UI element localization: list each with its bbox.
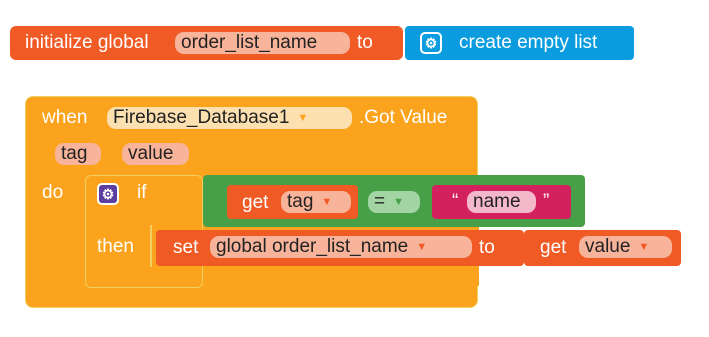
create-empty-list-label: create empty list xyxy=(459,32,598,53)
set-to-label: to xyxy=(479,237,495,258)
component-name: Firebase_Database1 xyxy=(113,107,290,129)
gear-icon[interactable]: ⚙ xyxy=(97,183,119,205)
chevron-down-icon: ▼ xyxy=(321,196,333,208)
chevron-down-icon: ▼ xyxy=(297,112,309,124)
compare-operator-dropdown[interactable]: = ▼ xyxy=(368,191,420,214)
param-tag[interactable]: tag xyxy=(55,143,101,165)
get-tag-keyword: get xyxy=(242,192,269,213)
get-tag-var: tag xyxy=(287,191,314,213)
get-tag-dropdown[interactable]: tag ▼ xyxy=(281,191,351,214)
when-keyword: when xyxy=(42,107,88,128)
set-variable-name: global order_list_name xyxy=(216,236,409,258)
get-value-var: value xyxy=(585,236,631,258)
chevron-down-icon: ▼ xyxy=(638,241,650,253)
chevron-down-icon: ▼ xyxy=(393,196,404,208)
then-keyword: then xyxy=(97,236,134,257)
set-keyword: set xyxy=(173,237,199,258)
global-variable-name-text: order_list_name xyxy=(181,32,318,53)
string-value-field[interactable]: name xyxy=(467,191,536,213)
compare-operator: = xyxy=(374,191,386,213)
global-variable-name-field[interactable]: order_list_name xyxy=(175,32,350,54)
if-keyword: if xyxy=(137,182,147,203)
initialize-global-keyword: initialize global xyxy=(25,32,149,53)
do-keyword: do xyxy=(42,182,64,203)
param-value[interactable]: value xyxy=(122,143,189,165)
event-name: .Got Value xyxy=(359,107,448,128)
open-quote: “ xyxy=(452,191,459,212)
chevron-down-icon: ▼ xyxy=(416,241,428,253)
initialize-to-label: to xyxy=(357,32,373,53)
gear-icon[interactable]: ⚙ xyxy=(420,32,442,54)
get-value-keyword: get xyxy=(540,237,567,258)
close-quote: ” xyxy=(543,191,550,212)
param-value-text: value xyxy=(128,143,174,164)
get-value-dropdown[interactable]: value ▼ xyxy=(579,236,672,259)
param-tag-text: tag xyxy=(61,143,88,164)
set-variable-dropdown[interactable]: global order_list_name ▼ xyxy=(210,236,472,259)
component-dropdown[interactable]: Firebase_Database1 ▼ xyxy=(107,107,352,130)
string-value: name xyxy=(473,191,521,212)
